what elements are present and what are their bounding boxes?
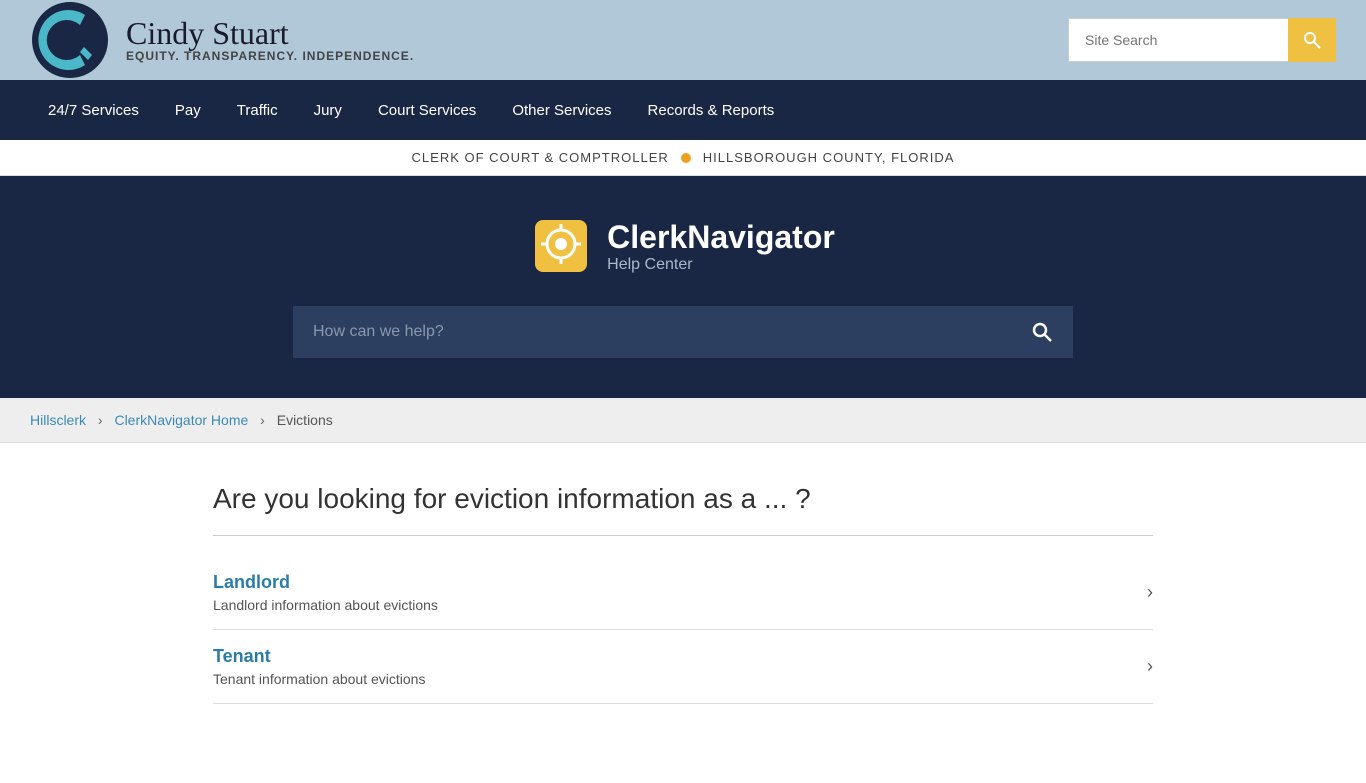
search-icon: [1031, 321, 1053, 343]
brand-text: Cindy Stuart EQUITY. TRANSPARENCY. INDEP…: [126, 17, 414, 63]
sub-header-left: CLERK OF COURT & COMPTROLLER: [412, 150, 669, 165]
nav-item-records[interactable]: Records & Reports: [630, 80, 793, 140]
site-search-button[interactable]: [1288, 18, 1336, 62]
landlord-desc: Landlord information about evictions: [213, 597, 438, 613]
hero-brand-name: ClerkNavigator: [607, 219, 835, 256]
tenant-option[interactable]: Tenant Tenant information about eviction…: [213, 630, 1153, 704]
clerknavigator-icon: [531, 216, 591, 276]
nav-item-pay[interactable]: Pay: [157, 80, 219, 140]
hero-search-form: [293, 306, 1073, 358]
breadcrumb-sep-1: ›: [98, 412, 103, 428]
sub-header: CLERK OF COURT & COMPTROLLER HILLSBOROUG…: [0, 140, 1366, 176]
landlord-title: Landlord: [213, 572, 438, 593]
nav-item-247[interactable]: 24/7 Services: [30, 80, 157, 140]
hero-search-button[interactable]: [1011, 306, 1073, 358]
breadcrumb: Hillsclerk › ClerkNavigator Home › Evict…: [0, 398, 1366, 443]
landlord-chevron-icon: ›: [1147, 582, 1153, 603]
sub-header-right: HILLSBOROUGH COUNTY, FLORIDA: [703, 150, 955, 165]
site-search-input[interactable]: [1068, 18, 1288, 62]
brand-tagline: EQUITY. TRANSPARENCY. INDEPENDENCE.: [126, 49, 414, 63]
landlord-option[interactable]: Landlord Landlord information about evic…: [213, 556, 1153, 630]
site-search-form: [1068, 18, 1336, 62]
tenant-option-content: Tenant Tenant information about eviction…: [213, 646, 425, 687]
divider: [213, 535, 1153, 536]
nav-item-other[interactable]: Other Services: [494, 80, 629, 140]
tenant-desc: Tenant information about evictions: [213, 671, 425, 687]
hero-section: ClerkNavigator Help Center: [0, 176, 1366, 398]
landlord-option-content: Landlord Landlord information about evic…: [213, 572, 438, 613]
hero-brand: ClerkNavigator Help Center: [531, 216, 835, 276]
nav-item-court[interactable]: Court Services: [360, 80, 494, 140]
tenant-chevron-icon: ›: [1147, 656, 1153, 677]
brand-name: Cindy Stuart: [126, 17, 414, 49]
breadcrumb-hillsclerk[interactable]: Hillsclerk: [30, 412, 86, 428]
breadcrumb-current: Evictions: [277, 412, 333, 428]
hero-brand-text: ClerkNavigator Help Center: [607, 219, 835, 274]
nav-item-traffic[interactable]: Traffic: [219, 80, 296, 140]
nav-item-jury[interactable]: Jury: [296, 80, 360, 140]
main-content: Are you looking for eviction information…: [183, 443, 1183, 783]
tenant-title: Tenant: [213, 646, 425, 667]
hero-search-input[interactable]: [293, 306, 1011, 358]
logo: [30, 0, 110, 80]
search-icon: [1302, 30, 1322, 50]
breadcrumb-sep-2: ›: [260, 412, 265, 428]
sub-header-dot: [681, 153, 691, 163]
breadcrumb-clerknavigator-home[interactable]: ClerkNavigator Home: [114, 412, 248, 428]
hero-brand-sub: Help Center: [607, 256, 835, 274]
page-question: Are you looking for eviction information…: [213, 483, 1153, 515]
content-area: Are you looking for eviction information…: [0, 443, 1366, 783]
header-top: Cindy Stuart EQUITY. TRANSPARENCY. INDEP…: [0, 0, 1366, 80]
header-brand: Cindy Stuart EQUITY. TRANSPARENCY. INDEP…: [30, 0, 414, 80]
nav-bar: 24/7 Services Pay Traffic Jury Court Ser…: [0, 80, 1366, 140]
